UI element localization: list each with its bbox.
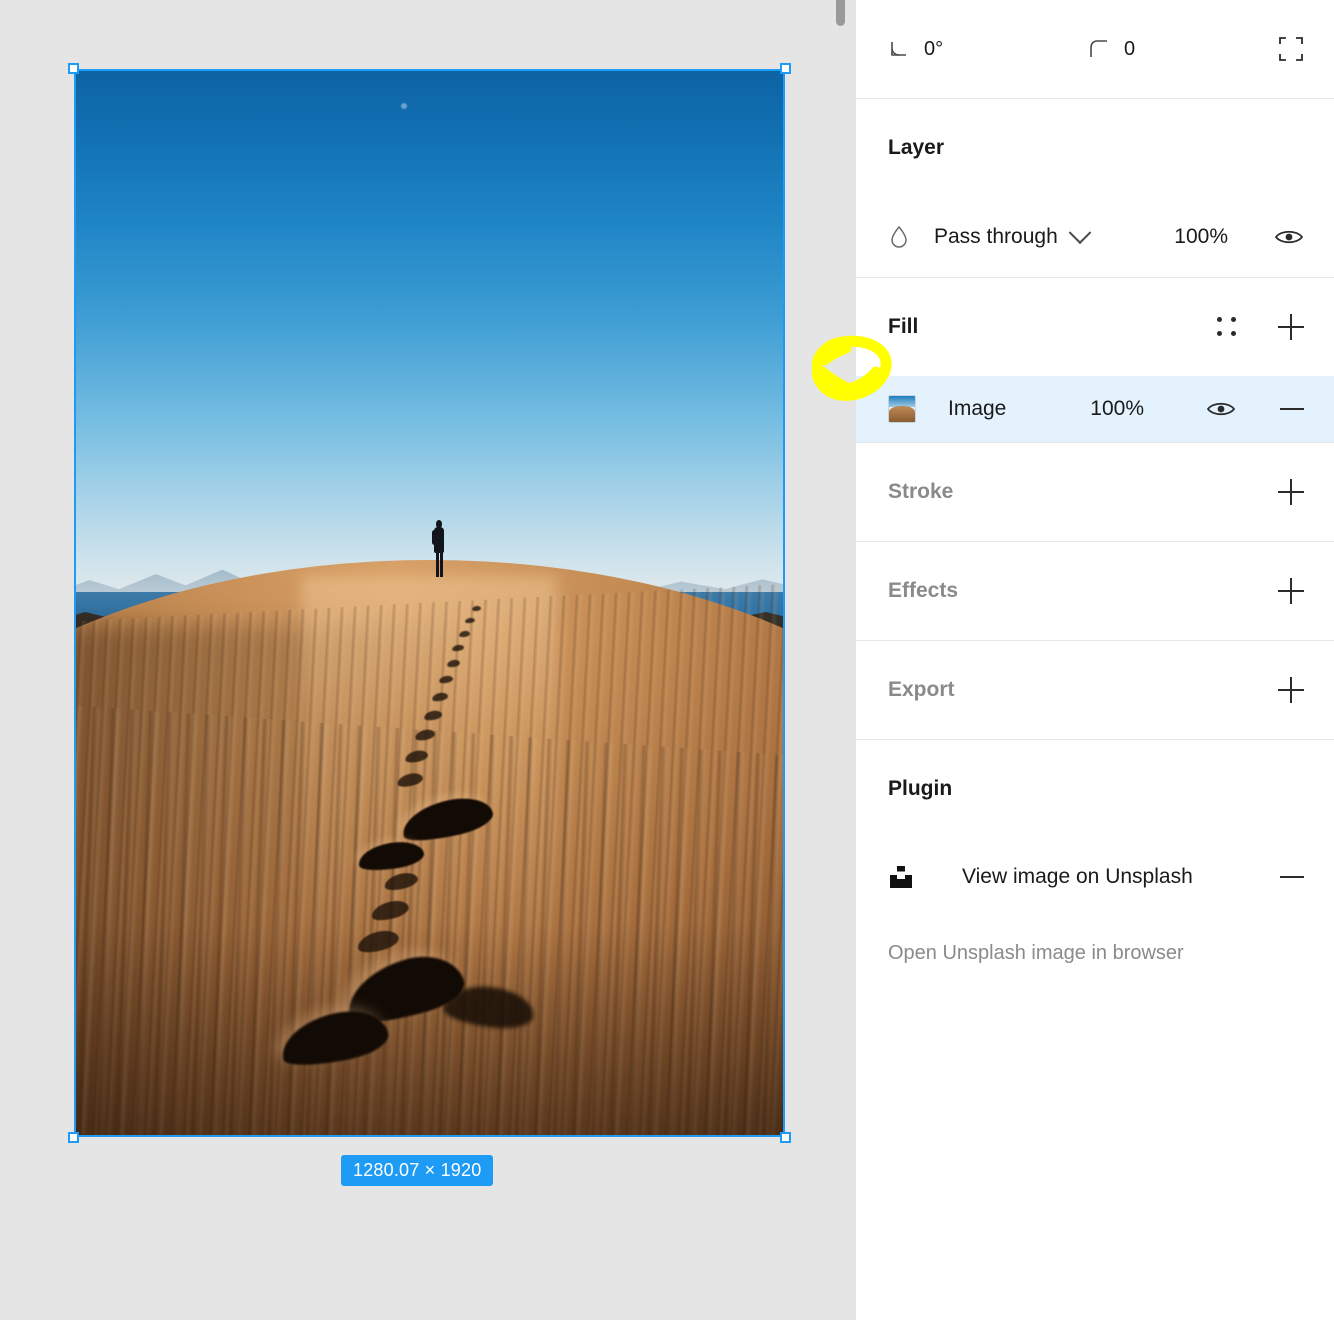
layer-section: Layer bbox=[856, 99, 1334, 197]
fill-style-icon[interactable] bbox=[1216, 316, 1238, 338]
effects-section-title: Effects bbox=[888, 579, 959, 602]
unsplash-icon bbox=[888, 864, 914, 890]
remove-plugin-button[interactable] bbox=[1280, 876, 1304, 878]
properties-panel: 0° 0 Layer Pass through 100% Fill Image … bbox=[856, 0, 1334, 1320]
transform-row: 0° 0 bbox=[856, 0, 1334, 98]
effects-section-header: Effects bbox=[888, 542, 1304, 640]
angle-icon bbox=[888, 38, 910, 60]
rotation-value: 0° bbox=[924, 37, 944, 60]
eye-icon[interactable] bbox=[1206, 399, 1236, 419]
corner-radius-icon bbox=[1088, 38, 1110, 60]
add-effect-button[interactable] bbox=[1278, 578, 1304, 604]
fill-item-name: Image bbox=[948, 397, 1007, 420]
fill-section-title: Fill bbox=[888, 315, 919, 338]
layer-section-header: Layer bbox=[888, 99, 1304, 197]
remove-fill-button[interactable] bbox=[1280, 408, 1304, 410]
fill-item-image[interactable]: Image 100% bbox=[856, 376, 1334, 442]
stroke-section: Stroke bbox=[856, 443, 1334, 541]
blend-mode-value: Pass through bbox=[934, 225, 1058, 248]
resize-handle-top-left[interactable] bbox=[68, 63, 79, 74]
selected-image-frame[interactable] bbox=[68, 63, 791, 1143]
plugin-action-label: View image on Unsplash bbox=[962, 865, 1193, 888]
add-fill-button[interactable] bbox=[1278, 314, 1304, 340]
corner-radius-value: 0 bbox=[1124, 37, 1136, 60]
desert-dune-photo bbox=[74, 69, 785, 1137]
fill-section-header: Fill bbox=[888, 278, 1304, 376]
add-export-button[interactable] bbox=[1278, 677, 1304, 703]
clip-content-toggle[interactable] bbox=[1278, 36, 1304, 62]
plugin-section: Plugin bbox=[856, 740, 1334, 838]
resize-handle-top-right[interactable] bbox=[780, 63, 791, 74]
stroke-section-title: Stroke bbox=[888, 480, 954, 503]
resize-handle-bottom-right[interactable] bbox=[780, 1132, 791, 1143]
layer-blend-row[interactable]: Pass through 100% bbox=[856, 197, 1334, 277]
clip-content-icon bbox=[1278, 36, 1304, 62]
plugin-description: Open Unsplash image in browser bbox=[888, 942, 1184, 964]
export-section-title: Export bbox=[888, 678, 955, 701]
export-section: Export bbox=[856, 641, 1334, 739]
plugin-section-header: Plugin bbox=[888, 740, 1304, 838]
export-section-header: Export bbox=[888, 641, 1304, 739]
resize-handle-bottom-left[interactable] bbox=[68, 1132, 79, 1143]
blend-mode-icon bbox=[888, 225, 910, 249]
fill-item-opacity[interactable]: 100% bbox=[1090, 397, 1144, 421]
hiker-silhouette bbox=[431, 519, 446, 580]
stroke-section-header: Stroke bbox=[888, 443, 1304, 541]
layer-opacity-value[interactable]: 100% bbox=[1174, 225, 1228, 249]
layer-section-title: Layer bbox=[888, 136, 945, 159]
effects-section: Effects bbox=[856, 542, 1334, 640]
chevron-down-icon[interactable] bbox=[1068, 221, 1092, 245]
canvas-scrollbar[interactable] bbox=[836, 0, 845, 26]
dimension-badge: 1280.07 × 1920 bbox=[341, 1155, 494, 1186]
plugin-section-title: Plugin bbox=[888, 777, 953, 800]
corner-radius-field[interactable]: 0 bbox=[1088, 38, 1258, 61]
figma-design-tool: 1280.07 × 1920 0° 0 Layer Pass through 1… bbox=[0, 0, 1334, 1320]
fill-section: Fill bbox=[856, 278, 1334, 376]
design-canvas[interactable]: 1280.07 × 1920 bbox=[0, 0, 856, 1320]
image-thumbnail[interactable] bbox=[888, 395, 916, 423]
add-stroke-button[interactable] bbox=[1278, 479, 1304, 505]
eye-icon[interactable] bbox=[1274, 227, 1304, 247]
plugin-action-row[interactable]: View image on Unsplash bbox=[856, 838, 1334, 916]
rotation-field[interactable]: 0° bbox=[888, 38, 1088, 61]
